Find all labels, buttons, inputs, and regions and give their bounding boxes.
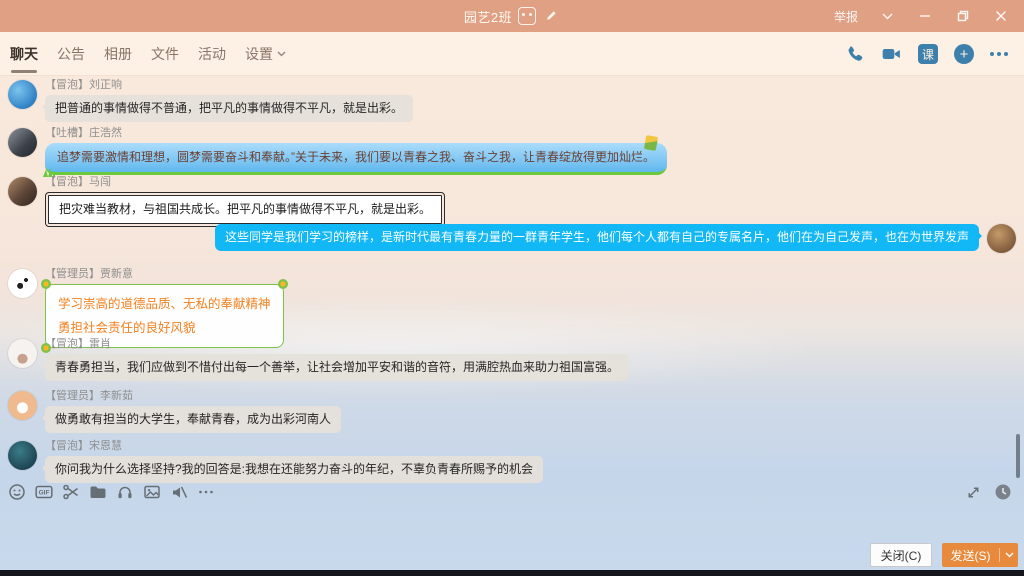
group-badge-icon: [518, 7, 536, 25]
flower-icon: [278, 279, 288, 289]
minimize-button[interactable]: [916, 7, 934, 25]
group-title: 园艺2班: [464, 7, 512, 26]
composer-toolbar: GIF: [8, 483, 215, 501]
titlebar: 园艺2班 举报: [0, 0, 1024, 32]
more-icon[interactable]: [990, 52, 1008, 56]
gif-label: GIF: [39, 490, 50, 497]
message-row: 【冒泡】宋恩慧 你问我为什么选择坚持?我的回答是:我想在还能努力奋斗的年纪，不辜…: [8, 439, 984, 483]
sender-name: 【管理员】李新茹: [45, 389, 984, 404]
chevron-down-icon: [277, 51, 286, 57]
message-bubble: 青春勇担当，我们应做到不惜付出每一个善举，让社会增加平安和谐的音符，用满腔热血来…: [45, 354, 629, 381]
message-bubble: 做勇敢有担当的大学生，奉献青春，成为出彩河南人: [45, 406, 341, 433]
sender-name: 【管理员】贾新意: [45, 267, 984, 282]
send-button[interactable]: 发送(S): [942, 543, 1018, 567]
avatar[interactable]: [8, 177, 37, 206]
scrollbar-thumb[interactable]: [1016, 434, 1020, 478]
avatar[interactable]: [8, 441, 37, 470]
avatar[interactable]: [8, 391, 37, 420]
report-button[interactable]: 举报: [834, 8, 858, 25]
folder-icon[interactable]: [89, 483, 107, 501]
emoji-icon[interactable]: [8, 483, 26, 501]
sender-name: 【冒泡】宋恩慧: [45, 439, 984, 454]
message-bubble: 你问我为什么选择坚持?我的回答是:我想在还能努力奋斗的年纪，不辜负青春所赐予的机…: [45, 456, 543, 483]
tab-announcement[interactable]: 公告: [57, 32, 85, 75]
message-input[interactable]: [0, 505, 1024, 541]
message-row-self: 这些同学是我们学习的榜样，是新时代最有青春力量的一群青年学生，他们每个人都有自己…: [215, 224, 1016, 251]
headset-icon[interactable]: [116, 483, 134, 501]
avatar[interactable]: [8, 128, 37, 157]
chevron-down-icon[interactable]: [878, 7, 896, 25]
more-tools-icon[interactable]: [197, 483, 215, 501]
avatar[interactable]: [8, 339, 37, 368]
message-row: 【冒泡】马闯 把灾难当教材，与祖国共成长。把平凡的事情做得不平凡，就是出彩。: [8, 175, 984, 224]
tab-files[interactable]: 文件: [151, 32, 179, 75]
app-window: 园艺2班 举报 聊天 公告 相册 文: [0, 0, 1024, 576]
tab-settings[interactable]: 设置: [245, 32, 286, 75]
pencil-icon[interactable]: [542, 7, 560, 25]
send-button-label: 发送(S): [942, 547, 999, 564]
gif-icon[interactable]: GIF: [35, 483, 53, 501]
message-row: 【吐槽】庄浩然 追梦需要激情和理想，圆梦需要奋斗和奉献。”关于未来，我们要以青春…: [8, 126, 984, 175]
message-bubble: 把灾难当教材，与祖国共成长。把平凡的事情做得不平凡，就是出彩。: [48, 195, 442, 224]
tab-album[interactable]: 相册: [104, 32, 132, 75]
close-button[interactable]: [992, 7, 1010, 25]
message-bubble: 追梦需要激情和理想，圆梦需要奋斗和奉献。”关于未来，我们要以青春之我、奋斗之我，…: [45, 143, 667, 175]
sender-name: 【吐槽】庄浩然: [45, 126, 984, 141]
message-row: 【管理员】贾新意 学习崇高的道德品质、无私的奉献精神 勇担社会责任的良好风貌: [8, 267, 984, 348]
add-icon[interactable]: +: [954, 44, 974, 64]
close-chat-button[interactable]: 关闭(C): [870, 543, 932, 567]
screenshot-icon[interactable]: [62, 483, 80, 501]
tab-activity[interactable]: 活动: [198, 32, 226, 75]
expand-icon[interactable]: [964, 483, 982, 501]
message-bubble: 把普通的事情做得不普通，把平凡的事情做得不平凡，就是出彩。: [45, 95, 413, 122]
video-call-icon[interactable]: [880, 44, 902, 64]
sender-name: 【冒泡】雷肖: [45, 337, 984, 352]
bottom-strip: [0, 570, 1024, 576]
maximize-button[interactable]: [954, 7, 972, 25]
avatar[interactable]: [8, 80, 37, 109]
image-icon[interactable]: [143, 483, 161, 501]
flower-icon: [41, 279, 51, 289]
message-row: 【管理员】李新茹 做勇敢有担当的大学生，奉献青春，成为出彩河南人: [8, 389, 984, 433]
mute-icon[interactable]: [170, 483, 188, 501]
sender-name: 【冒泡】刘正响: [45, 78, 984, 93]
history-icon[interactable]: [994, 483, 1012, 501]
tab-chat[interactable]: 聊天: [10, 32, 38, 75]
message-bubble: 这些同学是我们学习的榜样，是新时代最有青春力量的一群青年学生，他们每个人都有自己…: [215, 224, 979, 251]
avatar[interactable]: [987, 224, 1016, 253]
avatar[interactable]: [8, 269, 37, 298]
sender-name: 【冒泡】马闯: [45, 175, 984, 190]
voice-call-icon[interactable]: [844, 44, 864, 64]
message-row: 【冒泡】刘正响 把普通的事情做得不普通，把平凡的事情做得不平凡，就是出彩。: [8, 78, 984, 122]
message-row: 【冒泡】雷肖 青春勇担当，我们应做到不惜付出每一个善举，让社会增加平安和谐的音符…: [8, 337, 984, 381]
class-icon[interactable]: 课: [918, 44, 938, 64]
send-options-chevron-icon[interactable]: [1000, 552, 1018, 558]
bubble-sticker-icon: [644, 135, 658, 151]
composer-toolbar-right: [964, 483, 1012, 501]
